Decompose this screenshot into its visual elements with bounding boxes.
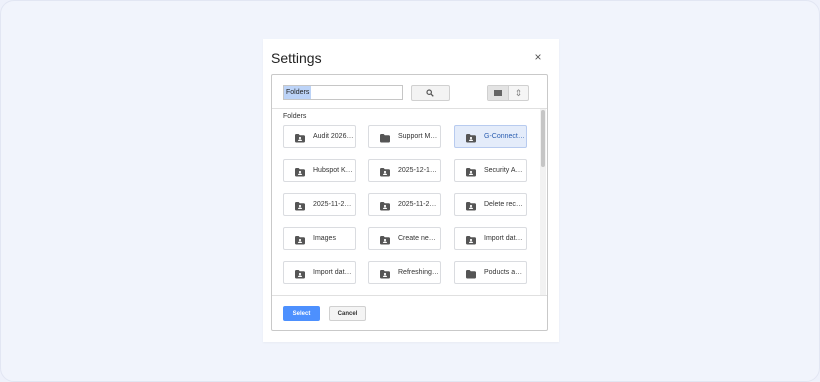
shared-folder-icon <box>380 202 390 211</box>
folder-name: G-Connect… <box>484 133 525 140</box>
folder-icon <box>380 134 390 143</box>
folder-tile[interactable]: 2025-11-2… <box>283 193 356 216</box>
section-heading: Folders <box>283 113 307 120</box>
folder-name: 2025-12-1… <box>398 167 437 174</box>
select-button[interactable]: Select <box>283 306 320 321</box>
shared-folder-icon <box>380 236 390 245</box>
folder-tile[interactable]: Refreshing… <box>368 261 441 284</box>
shared-folder-icon <box>295 168 305 177</box>
folder-tile[interactable]: Images <box>283 227 356 250</box>
shared-folder-icon <box>466 168 476 177</box>
folder-icon <box>466 270 476 279</box>
folder-name: Delete rec… <box>484 201 523 208</box>
settings-dialog: Settings × Folders ⇕ Folders Audit 2026… <box>263 39 559 342</box>
shared-folder-icon <box>295 270 305 279</box>
folder-name: Refreshing… <box>398 269 439 276</box>
search-icon <box>426 89 434 97</box>
shared-folder-icon <box>466 236 476 245</box>
folder-name: Poducts a… <box>484 269 523 276</box>
folder-name: Import dat… <box>313 269 352 276</box>
folder-tile[interactable]: Create ne… <box>368 227 441 250</box>
scrollbar-thumb[interactable] <box>541 110 545 167</box>
folder-tile[interactable]: 2025-11-2… <box>368 193 441 216</box>
folder-name: Audit 2026… <box>313 133 354 140</box>
page-frame: Settings × Folders ⇕ Folders Audit 2026… <box>0 0 820 382</box>
shared-folder-icon <box>380 270 390 279</box>
shared-folder-icon <box>466 134 476 143</box>
folder-name: Images <box>313 235 336 242</box>
list-view-icon <box>494 90 502 96</box>
folder-tile[interactable]: Import dat… <box>454 227 527 250</box>
close-icon[interactable]: × <box>532 51 544 63</box>
folder-tile[interactable]: Hubspot K… <box>283 159 356 182</box>
folder-tile[interactable]: G-Connect… <box>454 125 527 148</box>
folder-grid: Audit 2026… Support M… G-Connect… Hubspot K… <box>272 125 540 295</box>
folder-name: Create ne… <box>398 235 436 242</box>
cancel-button[interactable]: Cancel <box>329 306 366 321</box>
shared-folder-icon <box>295 202 305 211</box>
sort-icon[interactable]: ⇕ <box>509 86 528 100</box>
scrollbar[interactable] <box>540 109 546 295</box>
folder-name: Hubspot K… <box>313 167 353 174</box>
search-input-text: Folders <box>284 86 312 99</box>
search-button[interactable] <box>411 85 450 101</box>
folder-name: Support M… <box>398 133 438 140</box>
folder-name: Import dat… <box>484 235 523 242</box>
folder-tile[interactable]: Import dat… <box>283 261 356 284</box>
shared-folder-icon <box>380 168 390 177</box>
dialog-title: Settings <box>271 50 322 66</box>
folder-tile[interactable]: Support M… <box>368 125 441 148</box>
folder-name: 2025-11-2… <box>313 201 352 208</box>
folder-picker: Folders ⇕ Folders Audit 2026… Support M… G… <box>271 74 548 331</box>
picker-toolbar: Folders ⇕ <box>272 75 547 109</box>
folder-name: Security A… <box>484 167 523 174</box>
view-toggle-group: ⇕ <box>487 85 529 101</box>
picker-footer: Select Cancel <box>272 295 547 330</box>
folder-tile[interactable]: Audit 2026… <box>283 125 356 148</box>
shared-folder-icon <box>295 134 305 143</box>
shared-folder-icon <box>295 236 305 245</box>
list-view-button[interactable] <box>488 86 509 100</box>
folder-tile[interactable]: Delete rec… <box>454 193 527 216</box>
folder-name: 2025-11-2… <box>398 201 437 208</box>
folder-tile[interactable]: Security A… <box>454 159 527 182</box>
folder-tile[interactable]: Poducts a… <box>454 261 527 284</box>
shared-folder-icon <box>466 202 476 211</box>
folder-tile[interactable]: 2025-12-1… <box>368 159 441 182</box>
